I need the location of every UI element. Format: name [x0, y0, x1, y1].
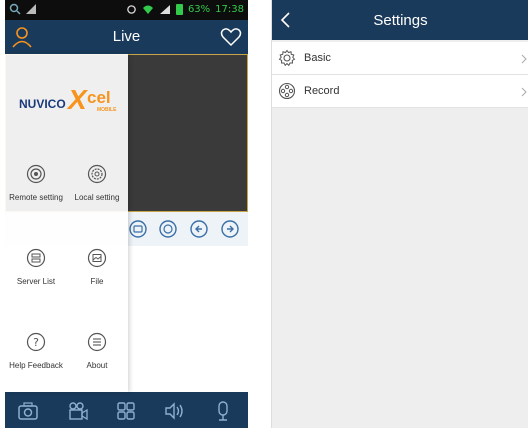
live-toolbar — [5, 392, 248, 428]
settings-row-record[interactable]: Record — [272, 75, 528, 108]
svg-text:?: ? — [33, 336, 39, 349]
settings-row-label: Record — [304, 85, 340, 97]
battery-percent: 63% — [187, 4, 211, 15]
arrow-right-icon[interactable] — [220, 219, 240, 239]
audio-icon[interactable] — [163, 400, 185, 422]
menu-item-about[interactable]: About — [66, 332, 128, 370]
menu-item-local-setting[interactable]: Local setting — [66, 164, 128, 202]
record-reel-control-icon[interactable] — [158, 219, 178, 239]
help-icon: ? — [26, 332, 46, 352]
page-title: Live — [112, 28, 141, 45]
side-drawer-menu: NUVICO X cel MOBILE Remote setting Local… — [5, 54, 128, 392]
local-setting-icon — [87, 164, 107, 184]
menu-item-label: Local setting — [74, 193, 120, 202]
menu-item-label: File — [90, 277, 104, 286]
menu-item-file[interactable]: File — [66, 248, 128, 286]
wifi-icon — [142, 5, 153, 14]
status-bar: 63% 17:38 — [5, 0, 248, 20]
signal-notification-icon — [26, 4, 36, 14]
talk-microphone-icon[interactable] — [212, 400, 234, 422]
clock: 17:38 — [215, 4, 244, 15]
settings-row-basic[interactable]: Basic — [272, 42, 528, 75]
menu-item-label: Remote setting — [9, 193, 63, 202]
film-reel-icon — [278, 82, 296, 100]
menu-item-help-feedback[interactable]: ? Help Feedback — [5, 332, 67, 370]
snapshot-icon[interactable] — [17, 400, 39, 422]
settings-header: Settings — [272, 0, 528, 40]
grid-layout-icon[interactable] — [115, 400, 137, 422]
logo-mobile-text: MOBILE — [97, 107, 117, 113]
battery-icon — [175, 4, 183, 15]
about-icon — [87, 332, 107, 352]
menu-item-label: About — [86, 361, 108, 370]
chevron-right-icon — [521, 54, 527, 64]
menu-item-label: Server List — [16, 277, 56, 286]
capture-control-icon[interactable] — [128, 219, 148, 239]
record-video-icon[interactable] — [67, 400, 89, 422]
page-title: Settings — [373, 12, 428, 29]
search-notification-icon — [9, 3, 21, 15]
chevron-right-icon — [521, 87, 527, 97]
favorite-heart-icon[interactable] — [220, 27, 242, 47]
remote-setting-icon — [26, 164, 46, 184]
server-list-icon — [26, 248, 46, 268]
logo-nuvico-text: NUVICO — [19, 97, 66, 111]
gear-icon — [278, 49, 296, 67]
sync-icon — [127, 5, 136, 14]
nuvico-xcel-logo: NUVICO X cel MOBILE — [19, 84, 119, 124]
menu-item-server-list[interactable]: Server List — [5, 248, 67, 286]
logo-cel-text: cel — [87, 88, 111, 107]
cell-signal-icon — [159, 5, 170, 14]
menu-item-remote-setting[interactable]: Remote setting — [5, 164, 67, 202]
live-screen: 63% 17:38 Live NUVICO X cel MOBILE Remot… — [5, 0, 248, 428]
settings-row-label: Basic — [304, 52, 331, 64]
logo-x-text: X — [68, 84, 87, 115]
arrow-left-icon[interactable] — [189, 219, 209, 239]
settings-screen: Settings Basic Record — [271, 0, 528, 428]
file-icon — [87, 248, 107, 268]
menu-item-label: Help Feedback — [9, 361, 63, 370]
live-header: Live — [5, 20, 248, 54]
